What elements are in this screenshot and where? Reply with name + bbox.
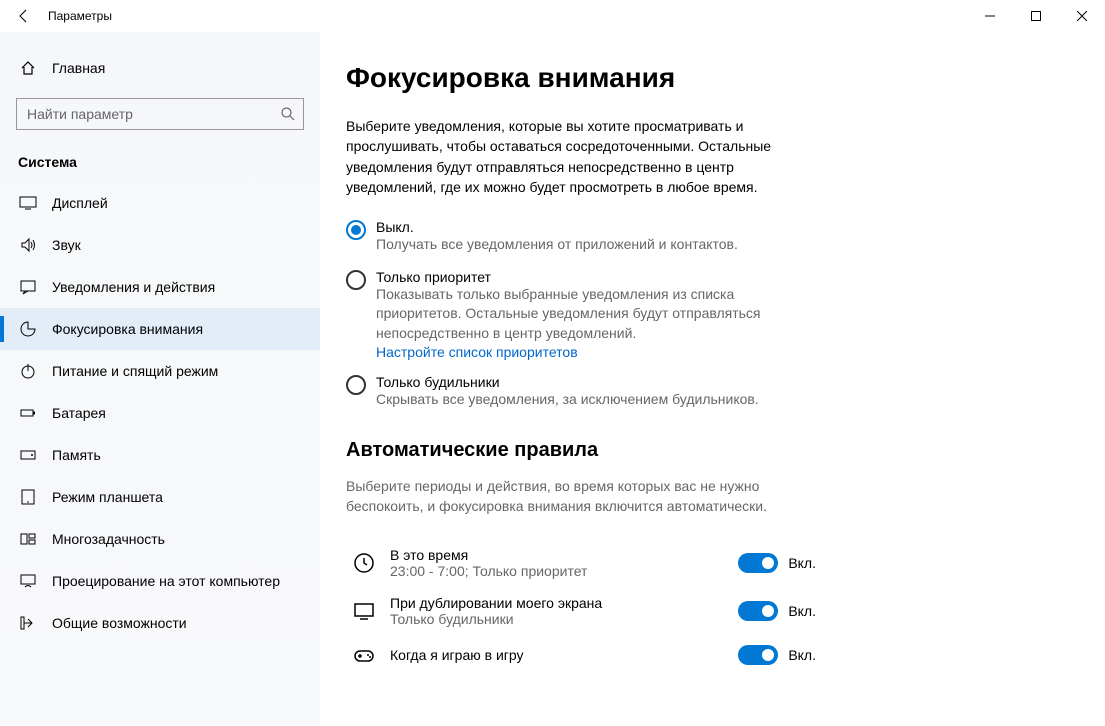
rule-duplicate-display[interactable]: При дублировании моего экрана Только буд… — [346, 587, 816, 635]
projecting-icon — [18, 572, 38, 590]
clock-icon — [346, 551, 382, 575]
toggle-state-label: Вкл. — [788, 647, 816, 663]
focus-icon — [18, 320, 38, 338]
sidebar-item-projecting[interactable]: Проецирование на этот компьютер — [0, 560, 320, 602]
sidebar-item-tablet[interactable]: Режим планшета — [0, 476, 320, 518]
radio-off[interactable]: Выкл. Получать все уведомления от прилож… — [346, 219, 816, 255]
page-description: Выберите уведомления, которые вы хотите … — [346, 116, 816, 197]
rule-title: В это время — [390, 547, 738, 563]
sidebar-item-shared[interactable]: Общие возможности — [0, 602, 320, 644]
minimize-button[interactable] — [967, 0, 1013, 32]
radio-description: Скрывать все уведомления, за исключением… — [376, 390, 759, 410]
priority-list-link[interactable]: Настройте список приоритетов — [376, 344, 816, 360]
rule-subtitle: 23:00 - 7:00; Только приоритет — [390, 563, 738, 579]
sidebar-item-storage[interactable]: Память — [0, 434, 320, 476]
sidebar-item-notifications[interactable]: Уведомления и действия — [0, 266, 320, 308]
rule-game[interactable]: Когда я играю в игру Вкл. — [346, 635, 816, 675]
radio-label: Выкл. — [376, 219, 738, 235]
radio-alarms[interactable]: Только будильники Скрывать все уведомлен… — [346, 374, 816, 410]
window-title: Параметры — [48, 9, 112, 23]
toggle-state-label: Вкл. — [788, 603, 816, 619]
toggle-game[interactable] — [738, 645, 778, 665]
radio-label: Только будильники — [376, 374, 759, 390]
toggle-time[interactable] — [738, 553, 778, 573]
toggle-duplicate[interactable] — [738, 601, 778, 621]
radio-circle-icon — [346, 270, 366, 290]
display-icon — [18, 194, 38, 212]
sidebar-item-label: Батарея — [52, 405, 106, 421]
radio-circle-icon — [346, 220, 366, 240]
sidebar-item-label: Питание и спящий режим — [52, 363, 218, 379]
titlebar: Параметры — [0, 0, 1105, 32]
sound-icon — [18, 236, 38, 254]
sidebar-item-label: Уведомления и действия — [52, 279, 215, 295]
focus-mode-radio-group: Выкл. Получать все уведомления от прилож… — [346, 219, 1065, 409]
multitask-icon — [18, 530, 38, 548]
maximize-button[interactable] — [1013, 0, 1059, 32]
home-icon — [18, 60, 38, 76]
sidebar-item-display[interactable]: Дисплей — [0, 182, 320, 224]
sidebar-item-label: Режим планшета — [52, 489, 163, 505]
rule-title: При дублировании моего экрана — [390, 595, 738, 611]
search-input[interactable] — [16, 98, 304, 130]
gamepad-icon — [346, 643, 382, 667]
sidebar-item-power[interactable]: Питание и спящий режим — [0, 350, 320, 392]
rules-description: Выберите периоды и действия, во время ко… — [346, 476, 816, 517]
power-icon — [18, 362, 38, 380]
sidebar-item-label: Память — [52, 447, 101, 463]
sidebar-item-sound[interactable]: Звук — [0, 224, 320, 266]
category-label: Система — [0, 146, 320, 182]
toggle-state-label: Вкл. — [788, 555, 816, 571]
radio-priority[interactable]: Только приоритет Показывать только выбра… — [346, 269, 816, 360]
rule-subtitle: Только будильники — [390, 611, 738, 627]
sidebar-item-multitask[interactable]: Многозадачность — [0, 518, 320, 560]
home-label: Главная — [52, 60, 105, 76]
sidebar: Главная Система Дисплей Звук Уведомления… — [0, 32, 320, 726]
radio-circle-icon — [346, 375, 366, 395]
page-heading: Фокусировка внимания — [346, 62, 1065, 94]
rules-heading: Автоматические правила — [346, 439, 1065, 462]
window-controls — [967, 0, 1105, 32]
shared-icon — [18, 614, 38, 632]
sidebar-item-focus[interactable]: Фокусировка внимания — [0, 308, 320, 350]
sidebar-item-label: Фокусировка внимания — [52, 321, 203, 337]
sidebar-item-label: Дисплей — [52, 195, 108, 211]
rule-time[interactable]: В это время 23:00 - 7:00; Только приорит… — [346, 539, 816, 587]
sidebar-item-label: Проецирование на этот компьютер — [52, 573, 280, 589]
sidebar-item-label: Общие возможности — [52, 615, 187, 631]
notifications-icon — [18, 278, 38, 296]
rule-title: Когда я играю в игру — [390, 647, 738, 663]
storage-icon — [18, 446, 38, 464]
content-area: Фокусировка внимания Выберите уведомлени… — [320, 32, 1105, 726]
sidebar-item-label: Звук — [52, 237, 81, 253]
monitor-icon — [346, 599, 382, 623]
battery-icon — [18, 404, 38, 422]
close-button[interactable] — [1059, 0, 1105, 32]
search-wrap — [16, 98, 304, 130]
tablet-icon — [18, 488, 38, 506]
radio-label: Только приоритет — [376, 269, 816, 285]
back-button[interactable] — [0, 0, 48, 32]
sidebar-item-battery[interactable]: Батарея — [0, 392, 320, 434]
home-button[interactable]: Главная — [0, 50, 320, 86]
search-icon — [280, 106, 296, 122]
radio-description: Показывать только выбранные уведомления … — [376, 285, 816, 344]
radio-description: Получать все уведомления от приложений и… — [376, 235, 738, 255]
sidebar-item-label: Многозадачность — [52, 531, 165, 547]
